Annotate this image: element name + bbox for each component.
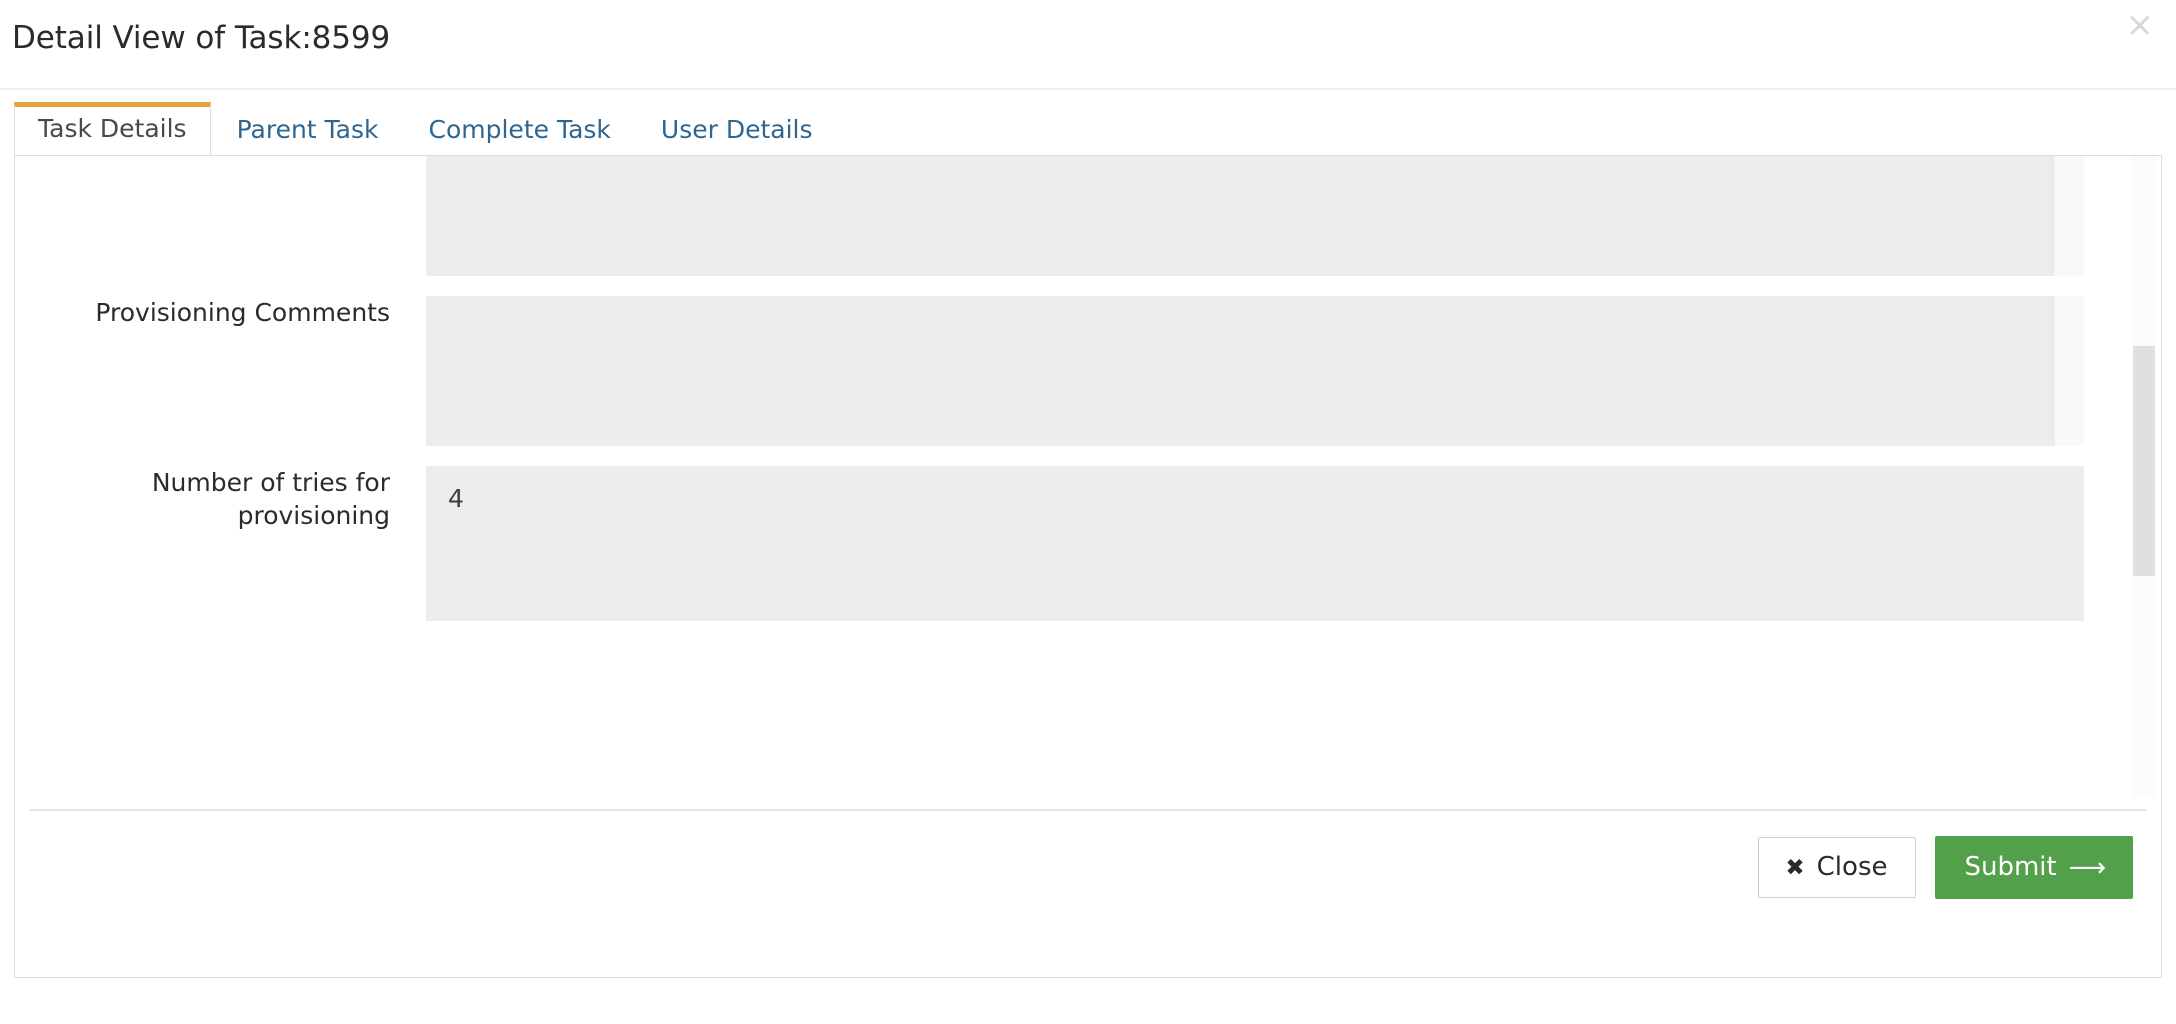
textarea-provisioning-comments[interactable] [426, 296, 2084, 446]
footer-actions: ✖ Close Submit ⟶ [1758, 836, 2133, 899]
tab-parent-task[interactable]: Parent Task [213, 103, 403, 157]
detail-view-modal: Detail View of Task:8599 × Task Details … [0, 0, 2176, 1024]
tab-panel-task-details: Provisioning Comments Number of tries fo… [14, 155, 2162, 978]
form-scrollbar-track[interactable] [2133, 156, 2155, 796]
textarea-number-of-tries-value: 4 [448, 484, 464, 513]
submit-button-label: Submit [1964, 852, 2057, 882]
tab-bar: Task Details Parent Task Complete Task U… [0, 90, 2176, 157]
close-x-icon[interactable]: × [2126, 8, 2155, 42]
form-label-1 [15, 156, 390, 276]
form-label-number-of-tries: Number of tries for provisioning [151, 468, 390, 530]
form-label-provisioning-comments: Provisioning Comments [95, 298, 390, 327]
tab-task-details[interactable]: Task Details [14, 102, 211, 157]
footer-divider [29, 809, 2147, 811]
tab-complete-task[interactable]: Complete Task [405, 103, 635, 157]
form-scroll-region: Provisioning Comments Number of tries fo… [15, 156, 2161, 796]
close-icon: ✖ [1785, 854, 1805, 881]
textarea-1-value [426, 156, 2084, 164]
form-row-provisioning-comments: Provisioning Comments [15, 296, 2103, 446]
submit-button[interactable]: Submit ⟶ [1935, 836, 2133, 899]
page-title: Detail View of Task:8599 [12, 20, 391, 56]
form-scrollbar-thumb[interactable] [2133, 346, 2155, 576]
textarea-1[interactable] [426, 156, 2084, 276]
modal-header: Detail View of Task:8599 × [0, 0, 2176, 90]
textarea-provisioning-comments-value [426, 296, 2084, 314]
arrow-right-icon: ⟶ [2068, 853, 2106, 883]
form-row-number-of-tries: Number of tries for provisioning 4 [15, 466, 2103, 621]
textarea-number-of-tries[interactable]: 4 [426, 466, 2084, 621]
textarea-provisioning-comments-scrollbar[interactable] [2054, 296, 2084, 446]
close-button[interactable]: ✖ Close [1758, 837, 1917, 898]
textarea-1-scrollbar[interactable] [2054, 156, 2084, 276]
form-row-1 [15, 156, 2103, 276]
tab-user-details[interactable]: User Details [637, 103, 837, 157]
close-button-label: Close [1816, 852, 1888, 882]
